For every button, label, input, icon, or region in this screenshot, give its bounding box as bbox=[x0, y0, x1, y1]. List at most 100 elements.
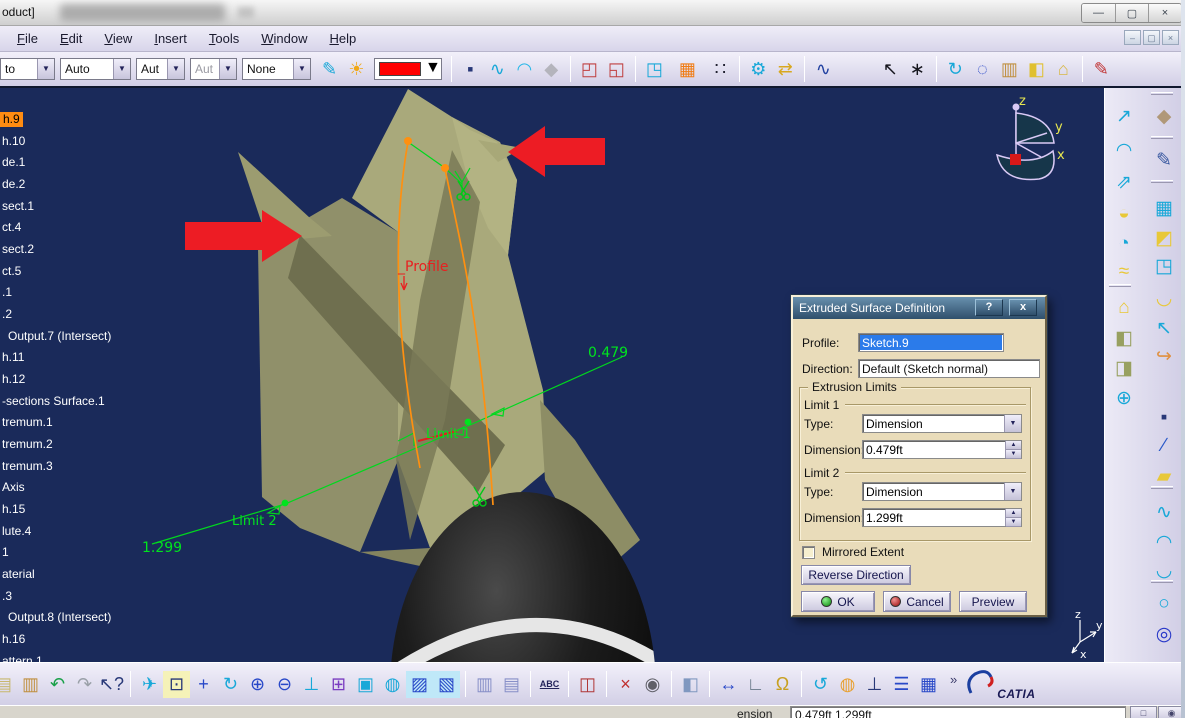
undo-icon[interactable]: ↶ bbox=[44, 671, 71, 698]
power-copy-icon[interactable]: ✎ bbox=[1088, 56, 1115, 83]
new-page-icon[interactable]: ▤ bbox=[0, 671, 17, 698]
measure-item-icon[interactable]: ∟ bbox=[742, 671, 769, 698]
menu-help[interactable]: Help bbox=[318, 28, 367, 49]
weight-inertia-icon[interactable]: Ω bbox=[769, 671, 796, 698]
menu-window[interactable]: Window bbox=[250, 28, 318, 49]
child-minimize-button[interactable]: – bbox=[1124, 30, 1141, 45]
chevron-down-icon[interactable]: ▼ bbox=[425, 59, 441, 79]
quad-surface-icon[interactable]: ▦ bbox=[1149, 194, 1179, 222]
assembly-pick-icon[interactable]: ◳ bbox=[641, 56, 668, 83]
multi-select-icon[interactable]: ∗ bbox=[904, 56, 931, 83]
spin-up-icon[interactable]: ▲ bbox=[1006, 441, 1021, 450]
snap-points-icon[interactable]: ∷ bbox=[707, 56, 734, 83]
multi-view-icon[interactable]: ⊞ bbox=[325, 671, 352, 698]
spin-up-icon[interactable]: ▲ bbox=[1006, 509, 1021, 518]
dimension-status-field[interactable]: 0.479ft 1.299ft bbox=[790, 706, 1126, 718]
profile-endpoint-right[interactable] bbox=[441, 164, 449, 172]
symmetry-surface-icon[interactable]: ◧ bbox=[1109, 324, 1139, 352]
window-minimize-button[interactable]: — bbox=[1082, 4, 1115, 22]
painter-icon[interactable]: ✎ bbox=[316, 56, 343, 83]
menu-insert[interactable]: Insert bbox=[143, 28, 198, 49]
pan-globe-icon[interactable]: ◍ bbox=[834, 671, 861, 698]
spiral-icon[interactable]: ◎ bbox=[1149, 620, 1179, 648]
sketch-solve-icon[interactable]: × bbox=[612, 671, 639, 698]
redo-icon[interactable]: ↷ bbox=[71, 671, 98, 698]
extract-geometry-icon[interactable]: ↖ bbox=[1149, 314, 1179, 342]
join-healing-icon[interactable]: ⊕ bbox=[1109, 384, 1139, 412]
iso-view-icon[interactable]: ▣ bbox=[352, 671, 379, 698]
projection-curve-icon[interactable]: ◡ bbox=[1149, 556, 1179, 584]
paste-icon[interactable]: ▥ bbox=[17, 671, 44, 698]
render-tool-icon[interactable]: ◧ bbox=[677, 671, 704, 698]
menu-file[interactable]: File bbox=[6, 28, 49, 49]
limit2-dimension-spinner[interactable]: 1.299ft ▲ ▼ bbox=[862, 508, 1022, 527]
exchange-icon[interactable]: ⇄ bbox=[772, 56, 799, 83]
pick-box-icon[interactable]: ◰ bbox=[576, 56, 603, 83]
hide-show-icon[interactable]: ▥ bbox=[471, 671, 498, 698]
spline-tool-icon[interactable]: ∿ bbox=[484, 56, 511, 83]
refresh-icon[interactable]: ↺ bbox=[807, 671, 834, 698]
grid-icon[interactable]: ▦ bbox=[915, 671, 942, 698]
limit1-type-dropdown[interactable]: Dimension ▼ bbox=[862, 414, 1022, 433]
curve-analysis-icon[interactable]: ∿ bbox=[810, 56, 837, 83]
profile-endpoint-left[interactable] bbox=[404, 137, 412, 145]
fit-all-in-icon[interactable]: ⊡ bbox=[163, 670, 190, 698]
menu-tools[interactable]: Tools bbox=[198, 28, 250, 49]
compass-origin-handle[interactable] bbox=[1010, 154, 1021, 165]
cancel-button[interactable]: Cancel bbox=[883, 591, 951, 612]
sketcher-icon[interactable]: ✎ bbox=[1149, 146, 1179, 174]
compass[interactable]: z y x bbox=[995, 94, 1065, 181]
layer-combo[interactable]: Auto ▼ bbox=[60, 58, 131, 80]
update-gears-icon[interactable]: ⚙ bbox=[745, 56, 772, 83]
pan-icon[interactable]: + bbox=[190, 671, 217, 698]
spin-down-icon[interactable]: ▼ bbox=[1006, 450, 1021, 459]
patch-tool-icon[interactable]: ◠ bbox=[511, 56, 538, 83]
whats-this-icon[interactable]: ↖? bbox=[98, 671, 125, 698]
fly-mode-icon[interactable]: ✈ bbox=[136, 671, 163, 698]
camera-icon[interactable]: ◉ bbox=[639, 671, 666, 698]
doc-window-button[interactable]: □ bbox=[1130, 706, 1157, 718]
ok-button[interactable]: OK bbox=[801, 591, 875, 612]
offset-surface-icon[interactable]: ⌂ bbox=[1109, 294, 1139, 322]
rotate-view-icon[interactable]: ↻ bbox=[217, 671, 244, 698]
paint-grid-icon[interactable]: ▦ bbox=[674, 56, 701, 83]
toolbar-drag-handle[interactable] bbox=[1151, 180, 1173, 183]
toolbar-drag-handle[interactable] bbox=[1151, 92, 1173, 95]
chevron-down-icon[interactable]: ▼ bbox=[1004, 483, 1021, 500]
filter-combo[interactable]: None ▼ bbox=[242, 58, 311, 80]
chevron-down-icon[interactable]: ▼ bbox=[1004, 415, 1021, 432]
toolbar-drag-handle[interactable] bbox=[1151, 136, 1173, 139]
annotations-icon[interactable]: ABC bbox=[536, 671, 563, 698]
blend-surface-icon[interactable]: ◔ bbox=[1109, 230, 1139, 258]
dialog-titlebar[interactable]: Extruded Surface Definition ? x bbox=[793, 297, 1045, 319]
revolve-surface-icon[interactable]: ◠ bbox=[1109, 136, 1139, 164]
axis-system-icon[interactable]: ⊥ bbox=[861, 671, 888, 698]
chevron-down-icon[interactable]: ▼ bbox=[167, 59, 184, 79]
depth-effect-icon[interactable]: ◫ bbox=[574, 671, 601, 698]
boundary-search-icon[interactable]: ◳ bbox=[1149, 252, 1179, 280]
solid-tool-disabled-icon[interactable]: ◆ bbox=[538, 56, 565, 83]
linetype-combo[interactable]: Aut ▼ bbox=[136, 58, 185, 80]
clipboard-icon[interactable]: ▥ bbox=[996, 56, 1023, 83]
circular-pattern-icon[interactable]: ◌ bbox=[969, 56, 996, 83]
window-close-button[interactable]: × bbox=[1148, 4, 1181, 22]
adaptive-sweep-icon[interactable]: ↪ bbox=[1149, 342, 1179, 370]
catalog-icon[interactable]: ⌂ bbox=[1050, 56, 1077, 83]
trim-split-icon[interactable]: ◩ bbox=[1149, 224, 1179, 252]
normal-view-icon[interactable]: ⊥ bbox=[298, 671, 325, 698]
multi-sections-surface-icon[interactable]: ≈ bbox=[1109, 258, 1139, 286]
chevron-down-icon[interactable]: ▼ bbox=[293, 59, 310, 79]
limit1-point[interactable] bbox=[464, 418, 472, 426]
limit1-dimension-spinner[interactable]: 0.479ft ▲ ▼ bbox=[862, 440, 1022, 459]
render-style-icon[interactable]: ▨ bbox=[406, 670, 433, 698]
chevron-down-icon[interactable]: ▼ bbox=[37, 59, 54, 79]
menu-edit[interactable]: Edit bbox=[49, 28, 93, 49]
spin-down-icon[interactable]: ▼ bbox=[1006, 518, 1021, 527]
specs-tree-icon[interactable]: ☰ bbox=[888, 671, 915, 698]
preview-button[interactable]: Preview bbox=[959, 591, 1027, 612]
toolbar-overflow-chevron[interactable]: » bbox=[950, 672, 957, 687]
child-close-button[interactable]: × bbox=[1162, 30, 1179, 45]
part-design-workbench-icon[interactable]: ◆ bbox=[1149, 102, 1179, 130]
fill-surface-icon[interactable]: ◒ bbox=[1109, 200, 1139, 228]
dialog-close-button[interactable]: x bbox=[1009, 299, 1037, 316]
